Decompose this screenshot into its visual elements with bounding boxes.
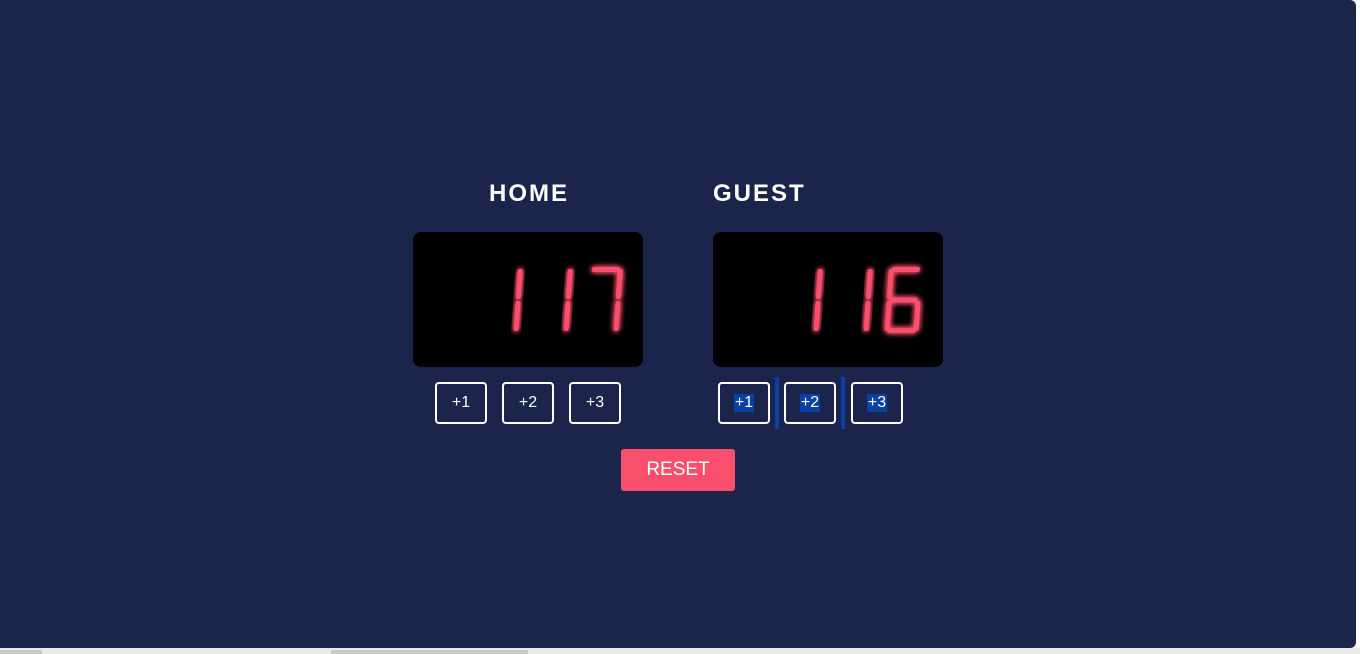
selection-highlight [841, 377, 845, 429]
digit-segment [913, 301, 921, 331]
guest-plus-1-label: +1 [733, 394, 755, 412]
digit-segment [863, 301, 871, 331]
guest-plus-2-button[interactable]: +2 [784, 382, 836, 424]
digit-segment [613, 301, 621, 331]
score-digit [884, 267, 921, 333]
guest-score-digits [813, 267, 921, 333]
guest-plus-2-label: +2 [799, 394, 821, 412]
score-digit [591, 267, 623, 331]
digit-segment [891, 267, 920, 272]
score-digit [563, 269, 573, 331]
guest-plus-1-button[interactable]: +1 [718, 382, 770, 424]
reset-button[interactable]: RESET [621, 449, 735, 491]
digit-segment [815, 269, 823, 299]
digit-segment [515, 269, 523, 299]
scrollbar-track-left [0, 650, 42, 654]
digit-segment [615, 269, 623, 299]
digit-segment [889, 297, 918, 303]
guest-title: GUEST [713, 180, 806, 207]
digit-segment [887, 328, 916, 333]
guest-score-display [713, 232, 943, 367]
guest-plus-3-label: +3 [866, 394, 888, 412]
score-digit [513, 269, 523, 331]
home-title: HOME [489, 180, 569, 207]
digit-segment [886, 269, 894, 299]
digit-segment [591, 267, 620, 272]
home-plus-1-button[interactable]: +1 [435, 382, 487, 424]
digit-segment [813, 301, 821, 331]
score-digit [813, 269, 823, 331]
digit-segment [865, 269, 873, 299]
digit-segment [513, 301, 521, 331]
digit-segment [563, 301, 571, 331]
score-digit [863, 269, 873, 331]
scrollbar-track-mid [331, 650, 528, 654]
selection-highlight [775, 377, 779, 429]
home-score-display [413, 232, 643, 367]
scoreboard-app: HOME GUEST +1 +2 +3 +1 +2 +3 RESET [0, 0, 1356, 648]
digit-segment [884, 301, 892, 331]
home-score-digits [513, 267, 623, 331]
guest-plus-3-button[interactable]: +3 [851, 382, 903, 424]
digit-segment [565, 269, 573, 299]
horizontal-scrollbar[interactable] [0, 648, 1360, 654]
home-plus-2-button[interactable]: +2 [502, 382, 554, 424]
home-plus-3-button[interactable]: +3 [569, 382, 621, 424]
